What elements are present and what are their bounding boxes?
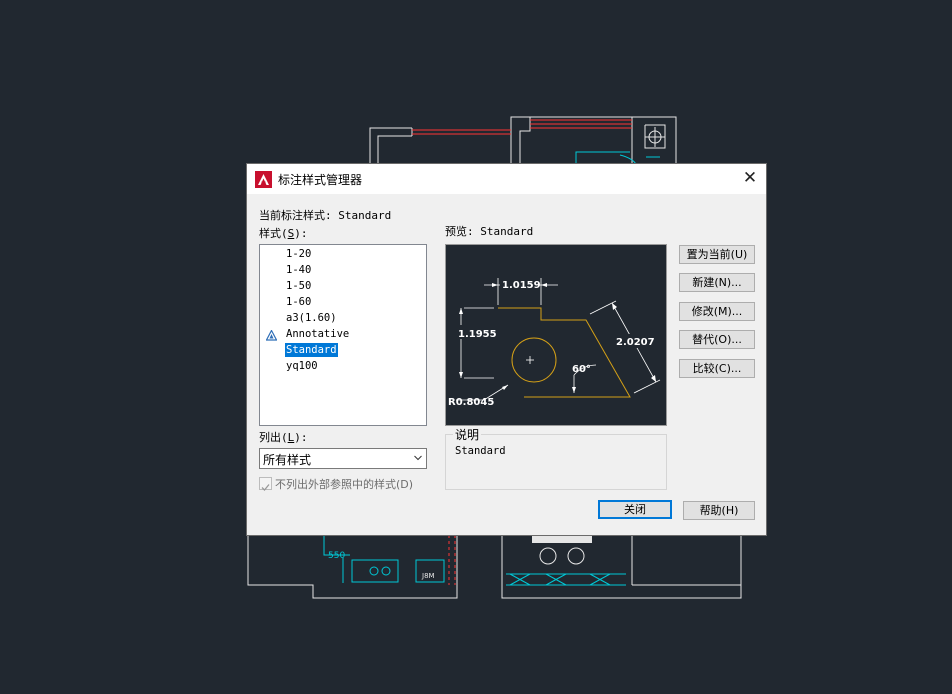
style-item[interactable]: yq100 [285, 359, 319, 373]
description-text: Standard [455, 445, 506, 457]
dimension-preview: 1.0159 1.1955 2.0207 60° R0.8045 [445, 244, 667, 426]
checkmark-icon [261, 484, 270, 491]
style-item[interactable]: a3(1.60) [285, 311, 338, 325]
style-item[interactable]: 1-40 [285, 263, 312, 277]
svg-text:550: 550 [328, 551, 345, 561]
style-item[interactable]: 1-50 [285, 279, 312, 293]
preview-shape [498, 307, 631, 398]
list-filter-dropdown[interactable]: 所有样式 [259, 448, 427, 469]
new-button[interactable]: 新建(N)... [679, 273, 755, 292]
style-item[interactable]: 1-20 [285, 247, 312, 261]
close-button[interactable]: 关闭 [598, 500, 672, 519]
dim-angle-value: 60° [572, 364, 591, 375]
annotative-icon [266, 330, 277, 341]
style-item[interactable]: 1-60 [285, 295, 312, 309]
dialog-title: 标注样式管理器 [278, 173, 363, 187]
dimension-style-manager-dialog: 标注样式管理器 ✕ 当前标注样式: Standard 样式(S): 1-20 1… [247, 164, 766, 535]
set-current-button[interactable]: 置为当前(U) [679, 245, 755, 264]
dialog-titlebar[interactable]: 标注样式管理器 ✕ [247, 164, 766, 194]
styles-listbox[interactable]: 1-20 1-40 1-50 1-60 a3(1.60) Annotative … [259, 244, 427, 426]
svg-text:J8M: J8M [421, 572, 435, 580]
preview-drawing: 1.0159 1.1955 2.0207 60° R0.8045 [448, 277, 661, 408]
current-style-label: 当前标注样式: Standard [259, 209, 392, 222]
list-filter-value: 所有样式 [263, 453, 312, 467]
preview-label: 预览: Standard [445, 225, 534, 238]
modify-button[interactable]: 修改(M)... [679, 302, 755, 321]
style-item-selected[interactable]: Standard [285, 343, 338, 357]
close-icon[interactable]: ✕ [734, 164, 766, 194]
dim-left-value: 1.1955 [458, 329, 497, 340]
description-label: 说明 [453, 426, 482, 443]
help-button[interactable]: 帮助(H) [683, 501, 755, 520]
styles-label: 样式(S): [259, 227, 308, 240]
exclude-xref-checkbox[interactable] [259, 477, 272, 491]
autocad-logo-icon [255, 171, 272, 188]
compare-button[interactable]: 比较(C)... [679, 359, 755, 378]
style-item[interactable]: Annotative [285, 327, 350, 341]
dim-right-value: 2.0207 [616, 337, 655, 348]
dim-top-value: 1.0159 [502, 280, 541, 291]
chevron-down-icon [414, 455, 422, 461]
dim-radius-value: R0.8045 [448, 397, 494, 408]
override-button[interactable]: 替代(O)... [679, 330, 755, 349]
exclude-xref-label: 不列出外部参照中的样式(D) [275, 478, 414, 491]
list-label: 列出(L): [259, 431, 308, 444]
